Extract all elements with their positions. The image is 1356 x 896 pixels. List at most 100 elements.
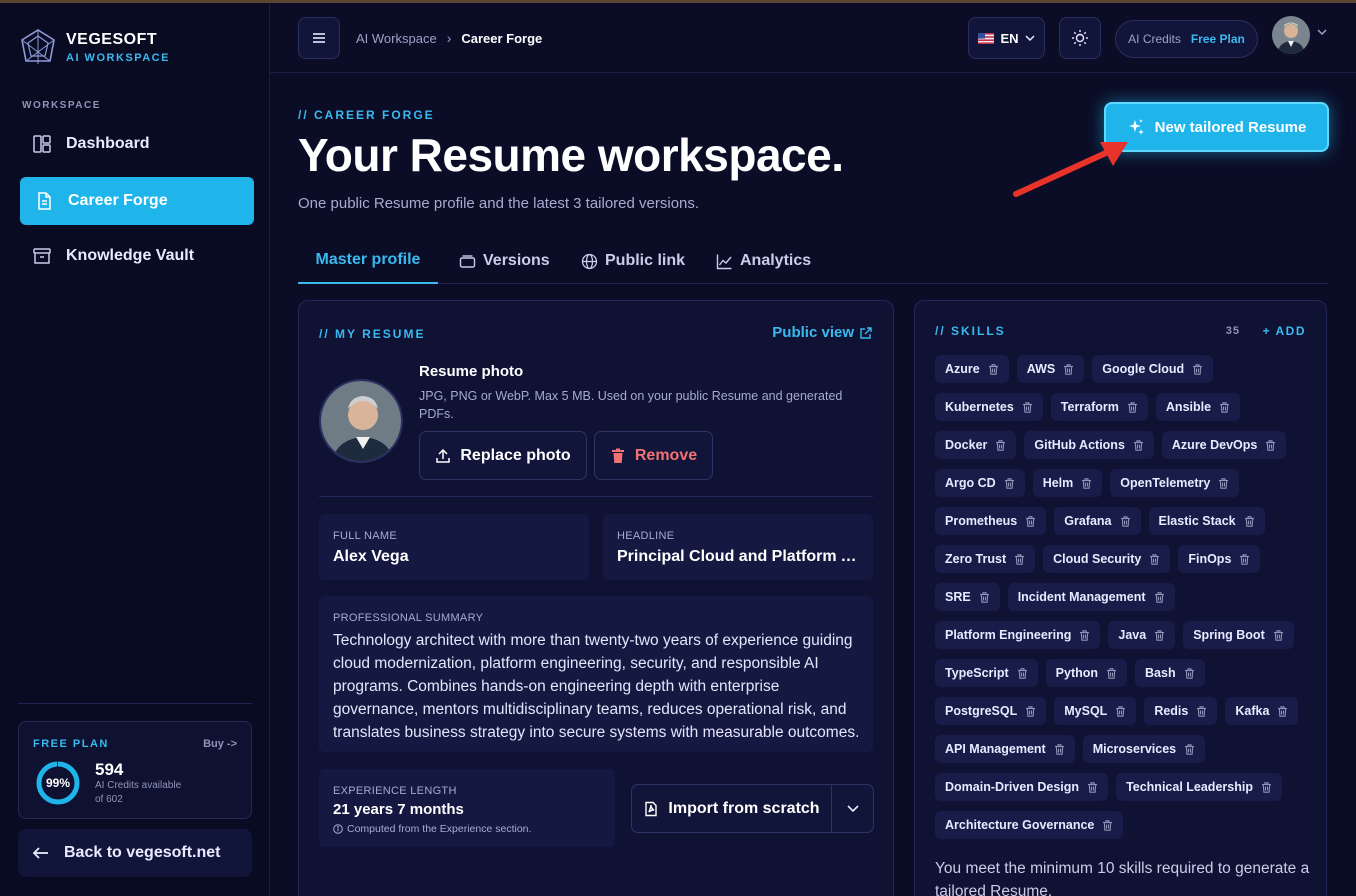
skills-card: // SKILLS 35 + ADD Azure AWS Google Cloud K… (914, 300, 1327, 896)
skill-chip[interactable]: Zero Trust (935, 545, 1036, 573)
trash-icon[interactable] (1102, 819, 1113, 831)
skill-chip[interactable]: Technical Leadership (1116, 773, 1282, 801)
trash-icon[interactable] (1239, 553, 1250, 565)
import-from-scratch-button[interactable]: Import from scratch (632, 785, 832, 832)
sidebar-item-knowledge-vault[interactable]: Knowledge Vault (20, 232, 254, 280)
skills-eyebrow: // SKILLS (935, 324, 1006, 338)
trash-icon[interactable] (1115, 705, 1126, 717)
sidebar-item-dashboard[interactable]: Dashboard (20, 120, 254, 168)
skill-chip[interactable]: SRE (935, 583, 1000, 611)
user-avatar[interactable] (1272, 16, 1310, 54)
skill-chip[interactable]: Ansible (1155, 393, 1241, 421)
skill-chip[interactable]: Python (1045, 659, 1128, 687)
trash-icon[interactable] (1265, 439, 1276, 451)
skill-chip[interactable]: Architecture Governance (935, 811, 1124, 839)
trash-icon[interactable] (1014, 553, 1025, 565)
tab-public-link[interactable]: Public link (581, 238, 685, 284)
trash-icon[interactable] (1054, 743, 1065, 755)
trash-icon[interactable] (1261, 781, 1272, 793)
trash-icon[interactable] (1079, 629, 1090, 641)
trash-icon[interactable] (1025, 705, 1036, 717)
skill-chip[interactable]: Azure (935, 355, 1009, 383)
headline-field[interactable]: HEADLINE Principal Cloud and Platform A.… (603, 514, 873, 580)
skill-chip[interactable]: Google Cloud (1092, 355, 1214, 383)
trash-icon[interactable] (1087, 781, 1098, 793)
new-tailored-resume-button[interactable]: New tailored Resume (1104, 102, 1329, 152)
skill-chip[interactable]: GitHub Actions (1024, 431, 1154, 459)
trash-icon[interactable] (1196, 705, 1207, 717)
trash-icon[interactable] (1277, 705, 1288, 717)
trash-icon[interactable] (1154, 629, 1165, 641)
skill-chip[interactable]: OpenTelemetry (1110, 469, 1240, 497)
replace-photo-button[interactable]: Replace photo (419, 431, 587, 480)
trash-icon[interactable] (1184, 667, 1195, 679)
add-skill-button[interactable]: + ADD (1263, 324, 1306, 338)
skill-chip[interactable]: Argo CD (935, 469, 1025, 497)
back-to-site-button[interactable]: Back to vegesoft.net (18, 829, 252, 877)
sidebar-item-career-forge[interactable]: Career Forge (20, 177, 254, 225)
tab-versions[interactable]: Versions (459, 238, 550, 284)
skill-chip[interactable]: API Management (935, 735, 1075, 763)
skill-chip[interactable]: Redis (1144, 697, 1218, 725)
trash-icon[interactable] (1219, 401, 1230, 413)
skill-chip[interactable]: Platform Engineering (935, 621, 1101, 649)
skill-chip[interactable]: TypeScript (935, 659, 1038, 687)
trash-icon[interactable] (1017, 667, 1028, 679)
skill-chip[interactable]: AWS (1016, 355, 1085, 383)
skill-chip[interactable]: Cloud Security (1043, 545, 1171, 573)
skill-chip[interactable]: PostgreSQL (935, 697, 1047, 725)
language-selector[interactable]: EN (968, 17, 1045, 59)
buy-credits-link[interactable]: Buy -> (203, 738, 237, 750)
skill-chip[interactable]: MySQL (1054, 697, 1137, 725)
skill-chip[interactable]: Microservices (1082, 735, 1206, 763)
breadcrumb-root[interactable]: AI Workspace (356, 31, 437, 46)
trash-icon[interactable] (1244, 515, 1255, 527)
trash-icon[interactable] (995, 439, 1006, 451)
skill-chip[interactable]: Spring Boot (1183, 621, 1294, 649)
import-options-toggle[interactable] (832, 785, 874, 832)
chevron-down-icon[interactable] (1317, 29, 1327, 35)
tab-analytics[interactable]: Analytics (716, 238, 811, 284)
trash-icon[interactable] (1025, 515, 1036, 527)
skill-chip[interactable]: Helm (1032, 469, 1103, 497)
trash-icon[interactable] (1120, 515, 1131, 527)
trash-icon[interactable] (1192, 363, 1203, 375)
skill-chip[interactable]: Docker (935, 431, 1017, 459)
trash-icon[interactable] (1149, 553, 1160, 565)
trash-icon[interactable] (1184, 743, 1195, 755)
trash-icon[interactable] (988, 363, 999, 375)
full-name-field[interactable]: FULL NAME Alex Vega (319, 514, 589, 580)
skill-chip[interactable]: Domain-Driven Design (935, 773, 1109, 801)
ai-credits-pill[interactable]: AI Credits Free Plan (1115, 20, 1258, 58)
skill-chip[interactable]: Elastic Stack (1148, 507, 1265, 535)
trash-icon[interactable] (1273, 629, 1284, 641)
skill-chip[interactable]: Kubernetes (935, 393, 1043, 421)
public-view-link[interactable]: Public view (772, 324, 873, 341)
trash-icon[interactable] (1133, 439, 1144, 451)
trash-icon[interactable] (1081, 477, 1092, 489)
skill-chip[interactable]: Bash (1135, 659, 1205, 687)
skill-chip[interactable]: Java (1108, 621, 1176, 649)
trash-icon[interactable] (1022, 401, 1033, 413)
brand-logo[interactable]: VEGESOFT AI WORKSPACE (18, 27, 170, 67)
skill-chip[interactable]: FinOps (1178, 545, 1261, 573)
skill-chip[interactable]: Kafka (1225, 697, 1299, 725)
trash-icon[interactable] (1106, 667, 1117, 679)
theme-toggle-button[interactable] (1059, 17, 1101, 59)
skill-chip[interactable]: Azure DevOps (1161, 431, 1287, 459)
trash-icon[interactable] (1004, 477, 1015, 489)
trash-icon[interactable] (1063, 363, 1074, 375)
trash-icon[interactable] (1154, 591, 1165, 603)
skill-label: Docker (945, 438, 988, 452)
skill-chip[interactable]: Incident Management (1007, 583, 1175, 611)
skill-chip[interactable]: Terraform (1050, 393, 1148, 421)
skill-chip[interactable]: Grafana (1054, 507, 1141, 535)
trash-icon[interactable] (979, 591, 990, 603)
professional-summary-field[interactable]: PROFESSIONAL SUMMARY Technology architec… (319, 596, 873, 752)
remove-photo-button[interactable]: Remove (594, 431, 713, 480)
tab-master-profile[interactable]: Master profile (298, 238, 438, 284)
trash-icon[interactable] (1127, 401, 1138, 413)
trash-icon[interactable] (1218, 477, 1229, 489)
skill-chip[interactable]: Prometheus (935, 507, 1047, 535)
menu-toggle-button[interactable] (298, 17, 340, 59)
